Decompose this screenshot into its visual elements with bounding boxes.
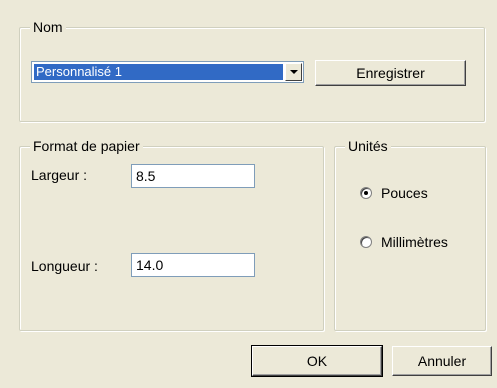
length-label: Longueur : <box>31 258 98 274</box>
length-field[interactable]: 14.0 <box>131 253 255 277</box>
cancel-button[interactable]: Annuler <box>392 346 492 376</box>
ok-button-label: OK <box>306 353 328 369</box>
nom-legend: Nom <box>30 18 66 36</box>
radio-button-icon[interactable] <box>360 187 372 199</box>
width-field[interactable]: 8.5 <box>131 164 255 188</box>
radio-button-icon[interactable] <box>360 236 372 248</box>
units-legend: Unités <box>345 137 391 155</box>
unit-option-inches[interactable]: Pouces <box>360 185 428 201</box>
unit-option-millimeters[interactable]: Millimètres <box>360 234 448 250</box>
cancel-button-label: Annuler <box>417 353 467 369</box>
profile-combobox-value: Personnalisé 1 <box>34 64 283 80</box>
ok-button[interactable]: OK <box>251 345 383 377</box>
save-button[interactable]: Enregistrer <box>315 60 466 86</box>
width-label: Largeur : <box>31 167 88 183</box>
unit-option-label: Millimètres <box>381 234 448 250</box>
profile-combobox[interactable]: Personnalisé 1 <box>31 61 304 83</box>
chevron-down-icon[interactable] <box>285 63 302 81</box>
unit-option-label: Pouces <box>381 185 428 201</box>
save-button-label: Enregistrer <box>356 65 425 81</box>
paper-format-legend: Format de papier <box>30 137 143 155</box>
